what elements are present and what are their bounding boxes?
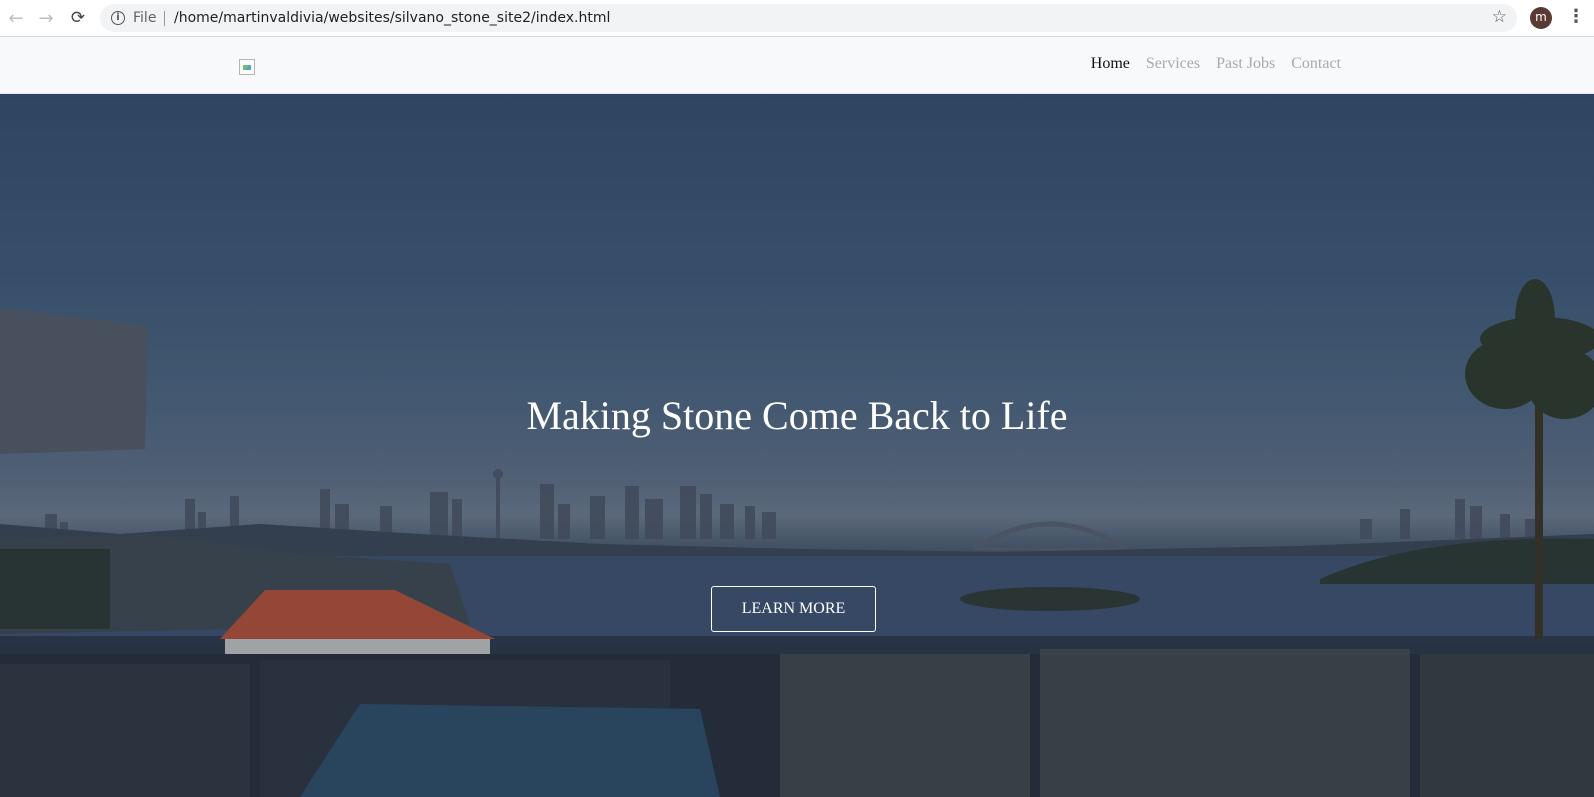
broken-logo-image[interactable] <box>239 59 255 75</box>
info-icon[interactable]: i <box>111 11 125 25</box>
address-bar[interactable]: i File /home/martinvaldivia/websites/sil… <box>100 4 1517 32</box>
address-divider <box>164 11 165 26</box>
url-scheme-label: File <box>133 10 157 26</box>
hero-title: Making Stone Come Back to Life <box>526 393 1068 438</box>
arrow-left-icon[interactable]: ← <box>4 6 28 30</box>
arrow-right-icon[interactable]: → <box>34 6 58 30</box>
browser-toolbar: ← → ⟳ i File /home/martinvaldivia/websit… <box>0 0 1594 37</box>
nav-link-home[interactable]: Home <box>1091 55 1130 73</box>
url-text[interactable]: /home/martinvaldivia/websites/silvano_st… <box>174 10 610 26</box>
reload-icon[interactable]: ⟳ <box>66 6 90 30</box>
site-navbar: Home Services Past Jobs Contact <box>0 37 1594 94</box>
learn-more-button[interactable]: LEARN MORE <box>711 586 876 632</box>
nav-link-services[interactable]: Services <box>1146 55 1200 73</box>
nav-links: Home Services Past Jobs Contact <box>1091 55 1341 73</box>
bookmark-star-icon[interactable]: ☆ <box>1492 7 1507 27</box>
nav-link-past-jobs[interactable]: Past Jobs <box>1216 55 1275 73</box>
hero-overlay <box>0 94 1594 797</box>
nav-link-contact[interactable]: Contact <box>1291 55 1341 73</box>
hero-section: Making Stone Come Back to Life LEARN MOR… <box>0 94 1594 797</box>
profile-avatar[interactable]: m <box>1530 7 1552 29</box>
kebab-menu-icon[interactable]: ⋮ <box>1567 6 1585 30</box>
